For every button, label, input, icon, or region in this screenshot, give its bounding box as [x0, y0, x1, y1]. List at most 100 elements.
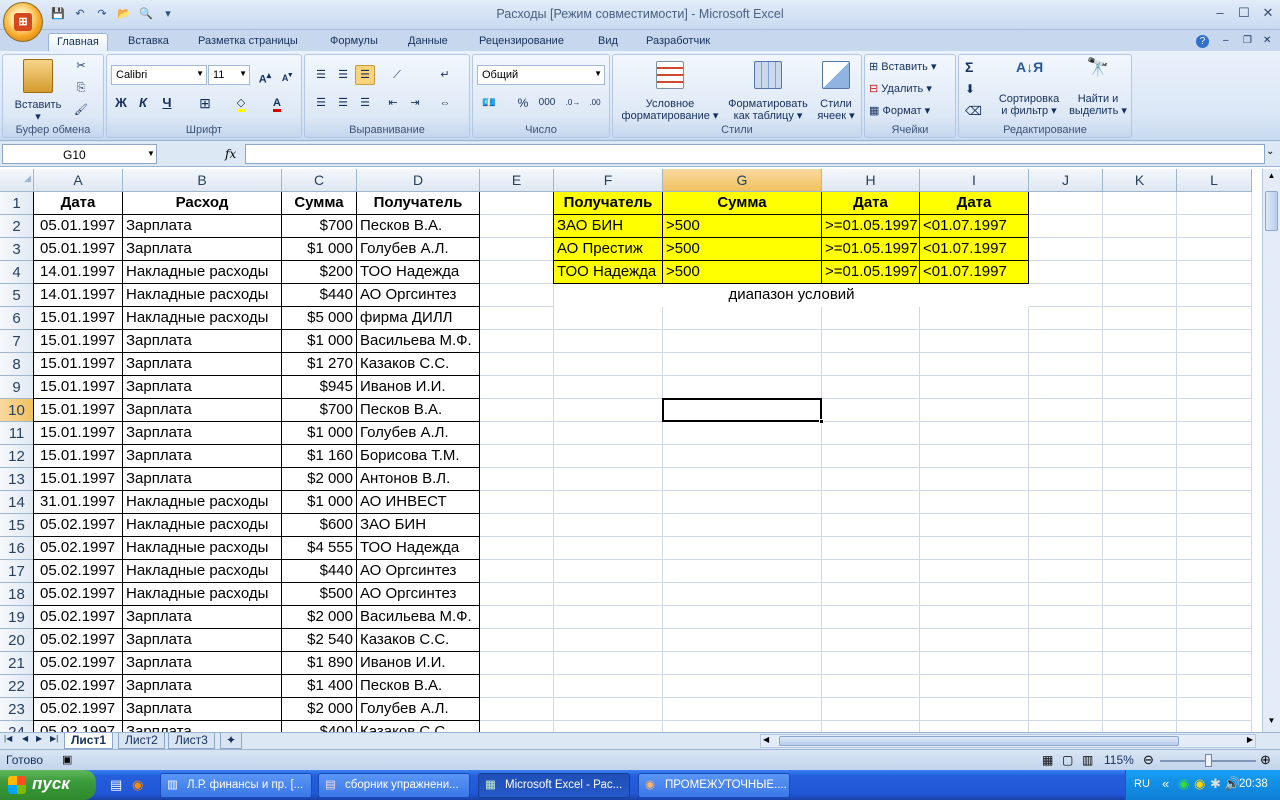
- cell[interactable]: [480, 606, 554, 629]
- cell[interactable]: [480, 192, 554, 215]
- table-data-cell[interactable]: $1 000: [282, 422, 357, 445]
- cell[interactable]: [1029, 330, 1103, 353]
- table-data-cell[interactable]: Песков В.А.: [357, 675, 480, 698]
- cell[interactable]: [1029, 537, 1103, 560]
- merge-center-icon[interactable]: ⇔: [435, 93, 455, 113]
- cell[interactable]: [920, 629, 1029, 652]
- cell[interactable]: [822, 583, 920, 606]
- autosum-button[interactable]: Σ: [965, 60, 973, 74]
- cell[interactable]: [480, 537, 554, 560]
- horizontal-scrollbar[interactable]: ◀ ▶: [760, 734, 1256, 748]
- cell[interactable]: [1103, 215, 1177, 238]
- table-data-cell[interactable]: фирма ДИЛЛ: [357, 307, 480, 330]
- cell[interactable]: [1177, 353, 1252, 376]
- cell[interactable]: [822, 353, 920, 376]
- cell[interactable]: [480, 491, 554, 514]
- cell[interactable]: [480, 238, 554, 261]
- cell[interactable]: [822, 422, 920, 445]
- help-icon[interactable]: ?: [1192, 33, 1213, 52]
- table-data-cell[interactable]: $700: [282, 399, 357, 422]
- table-data-cell[interactable]: 15.01.1997: [34, 468, 123, 491]
- cell[interactable]: [1029, 353, 1103, 376]
- sort-filter-button[interactable]: A↓Я Сортировка и фильтр ▾: [995, 60, 1063, 117]
- cell[interactable]: [554, 468, 663, 491]
- criteria-cell[interactable]: >500: [663, 261, 822, 284]
- scroll-down-icon[interactable]: ▼: [1265, 716, 1278, 730]
- column-header-c[interactable]: C: [282, 169, 357, 192]
- row-header[interactable]: 5: [0, 284, 34, 307]
- paste-button[interactable]: Вставить ▾: [9, 59, 67, 123]
- tab-insert[interactable]: Вставка: [120, 33, 177, 52]
- cell[interactable]: [1177, 376, 1252, 399]
- antivirus-icon[interactable]: ◉: [1178, 776, 1189, 792]
- row-header[interactable]: 14: [0, 491, 34, 514]
- cell[interactable]: [822, 652, 920, 675]
- table-data-cell[interactable]: 05.02.1997: [34, 675, 123, 698]
- cell[interactable]: [480, 468, 554, 491]
- tab-nav-prev-icon[interactable]: ◀: [22, 734, 28, 743]
- table-data-cell[interactable]: Песков В.А.: [357, 215, 480, 238]
- column-header-f[interactable]: F: [554, 169, 663, 192]
- table-data-cell[interactable]: Казаков С.С.: [357, 721, 480, 732]
- cell[interactable]: [1177, 560, 1252, 583]
- sheet-tab-2[interactable]: Лист2: [118, 733, 165, 749]
- table-data-cell[interactable]: $440: [282, 284, 357, 307]
- table-data-cell[interactable]: Зарплата: [123, 330, 282, 353]
- table-data-cell[interactable]: АО ИНВЕСТ: [357, 491, 480, 514]
- align-top-icon[interactable]: ☰: [311, 65, 331, 85]
- shrink-font-icon[interactable]: A▾: [277, 65, 297, 85]
- table-data-cell[interactable]: Зарплата: [123, 629, 282, 652]
- cell[interactable]: [663, 583, 822, 606]
- table-data-cell[interactable]: Зарплата: [123, 422, 282, 445]
- show-desktop-icon[interactable]: ▤: [110, 777, 122, 793]
- cell[interactable]: [1029, 376, 1103, 399]
- cell[interactable]: [1103, 399, 1177, 422]
- tray-expand-icon[interactable]: «: [1162, 776, 1169, 791]
- fill-handle[interactable]: [819, 419, 824, 424]
- vertical-scrollbar[interactable]: ▲ ▼: [1262, 169, 1280, 732]
- column-header-j[interactable]: J: [1029, 169, 1103, 192]
- cell[interactable]: [1029, 560, 1103, 583]
- format-cells-button[interactable]: ▦ Формат ▾: [869, 105, 955, 117]
- criteria-cell[interactable]: ТОО Надежда: [554, 261, 663, 284]
- increase-indent-icon[interactable]: ⇥: [405, 93, 425, 113]
- column-header-a[interactable]: A: [34, 169, 123, 192]
- cell[interactable]: [1177, 468, 1252, 491]
- delete-cells-button[interactable]: ⊟ Удалить ▾: [869, 83, 955, 95]
- table-data-cell[interactable]: Накладные расходы: [123, 560, 282, 583]
- cell[interactable]: [480, 215, 554, 238]
- cell[interactable]: [1029, 238, 1103, 261]
- criteria-cell[interactable]: АО Престиж: [554, 238, 663, 261]
- table-data-cell[interactable]: Антонов В.Л.: [357, 468, 480, 491]
- table-data-cell[interactable]: 05.02.1997: [34, 514, 123, 537]
- cell[interactable]: [554, 606, 663, 629]
- cell[interactable]: [822, 514, 920, 537]
- cell[interactable]: [920, 376, 1029, 399]
- tab-nav-last-icon[interactable]: ▶|: [50, 734, 58, 743]
- cell[interactable]: [822, 560, 920, 583]
- criteria-cell[interactable]: >=01.05.1997: [822, 261, 920, 284]
- table-data-cell[interactable]: Песков В.А.: [357, 399, 480, 422]
- cell[interactable]: [1029, 629, 1103, 652]
- cell[interactable]: [1177, 261, 1252, 284]
- cell[interactable]: [822, 330, 920, 353]
- macro-record-icon[interactable]: ▣: [62, 753, 72, 766]
- cell[interactable]: [1103, 376, 1177, 399]
- tab-home[interactable]: Главная: [48, 33, 108, 52]
- column-header-g[interactable]: G: [663, 169, 822, 192]
- table-data-cell[interactable]: Зарплата: [123, 376, 282, 399]
- cell[interactable]: [554, 307, 663, 330]
- criteria-cell[interactable]: <01.07.1997: [920, 261, 1029, 284]
- table-data-cell[interactable]: ЗАО БИН: [357, 514, 480, 537]
- align-bottom-icon[interactable]: ☰: [355, 65, 375, 85]
- cell[interactable]: [1029, 422, 1103, 445]
- tab-page-layout[interactable]: Разметка страницы: [190, 33, 306, 52]
- copy-icon[interactable]: ⎘: [73, 82, 89, 94]
- table-data-cell[interactable]: АО Оргсинтез: [357, 560, 480, 583]
- table-data-cell[interactable]: $5 000: [282, 307, 357, 330]
- decrease-indent-icon[interactable]: ⇤: [383, 93, 403, 113]
- criteria-header-cell[interactable]: Сумма: [663, 192, 822, 215]
- cell[interactable]: [1177, 491, 1252, 514]
- cell[interactable]: [920, 307, 1029, 330]
- formula-input[interactable]: [245, 144, 1265, 164]
